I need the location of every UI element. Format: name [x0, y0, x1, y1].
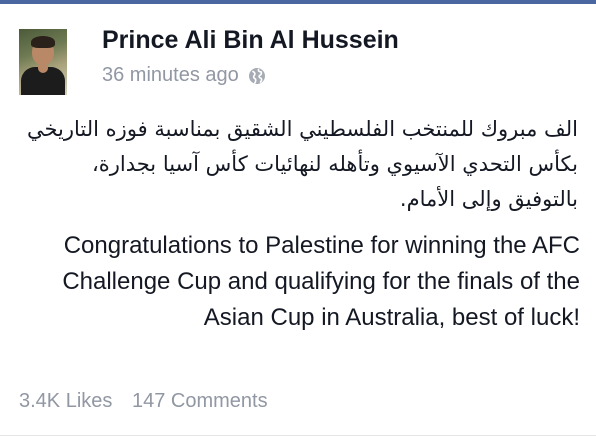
globe-icon[interactable]: [248, 67, 266, 85]
avatar-hair: [31, 36, 55, 48]
bottom-divider: [0, 435, 596, 436]
comments-count[interactable]: 147 Comments: [132, 390, 268, 412]
author-avatar[interactable]: [19, 29, 67, 95]
post-card: Prince Ali Bin Al Hussein 36 minutes ago…: [0, 4, 596, 446]
likes-count[interactable]: 3.4K Likes: [19, 390, 112, 412]
post-text-arabic: الف مبروك للمنتخب الفلسطيني الشقيق بمناس…: [26, 117, 578, 211]
post-text-english: Congratulations to Palestine for winning…: [62, 232, 580, 331]
post-stats: 3.4K Likes 147 Comments: [19, 390, 268, 413]
author-name[interactable]: Prince Ali Bin Al Hussein: [102, 26, 399, 55]
post-timestamp[interactable]: 36 minutes ago: [102, 64, 239, 87]
post-meta: 36 minutes ago: [102, 64, 266, 87]
